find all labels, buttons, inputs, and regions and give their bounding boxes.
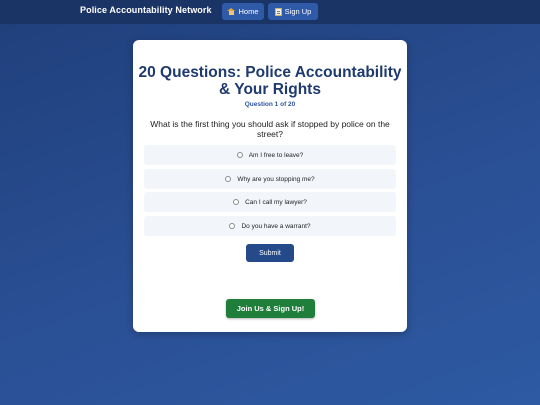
answer-option[interactable]: Do you have a warrant? [144,216,396,236]
answer-option-label: Can I call my lawyer? [245,198,307,206]
answer-option-label: Am I free to leave? [248,151,304,159]
answer-option-label: Why are you stopping me? [237,175,315,183]
answer-option[interactable]: Can I call my lawyer? [144,192,396,212]
answer-option[interactable]: Why are you stopping me? [144,169,396,189]
question-progress: Question 1 of 20 [244,101,296,108]
top-navbar: Police Accountability Network Home Sign … [0,0,540,24]
memo-icon [274,7,282,16]
signup-nav-button[interactable]: Sign Up [268,3,318,20]
answer-option[interactable]: Am I free to leave? [144,145,396,165]
radio-button[interactable] [225,176,232,182]
signup-nav-label: Sign Up [284,7,312,16]
question-text: What is the first thing you should ask i… [150,119,390,139]
radio-button[interactable] [229,223,236,229]
radio-button[interactable] [233,199,240,205]
submit-button[interactable]: Submit [246,244,294,262]
home-nav-label: Home [238,7,259,16]
join-signup-button[interactable]: Join Us & Sign Up! [226,299,315,318]
quiz-card: 20 Questions: Police Accountability & Yo… [133,40,407,332]
radio-button[interactable] [236,152,243,158]
house-icon [227,8,236,15]
quiz-title: 20 Questions: Police Accountability & Yo… [138,64,402,98]
site-brand[interactable]: Police Accountability Network [80,5,212,15]
home-nav-button[interactable]: Home [222,3,264,20]
answer-option-label: Do you have a warrant? [241,222,311,230]
